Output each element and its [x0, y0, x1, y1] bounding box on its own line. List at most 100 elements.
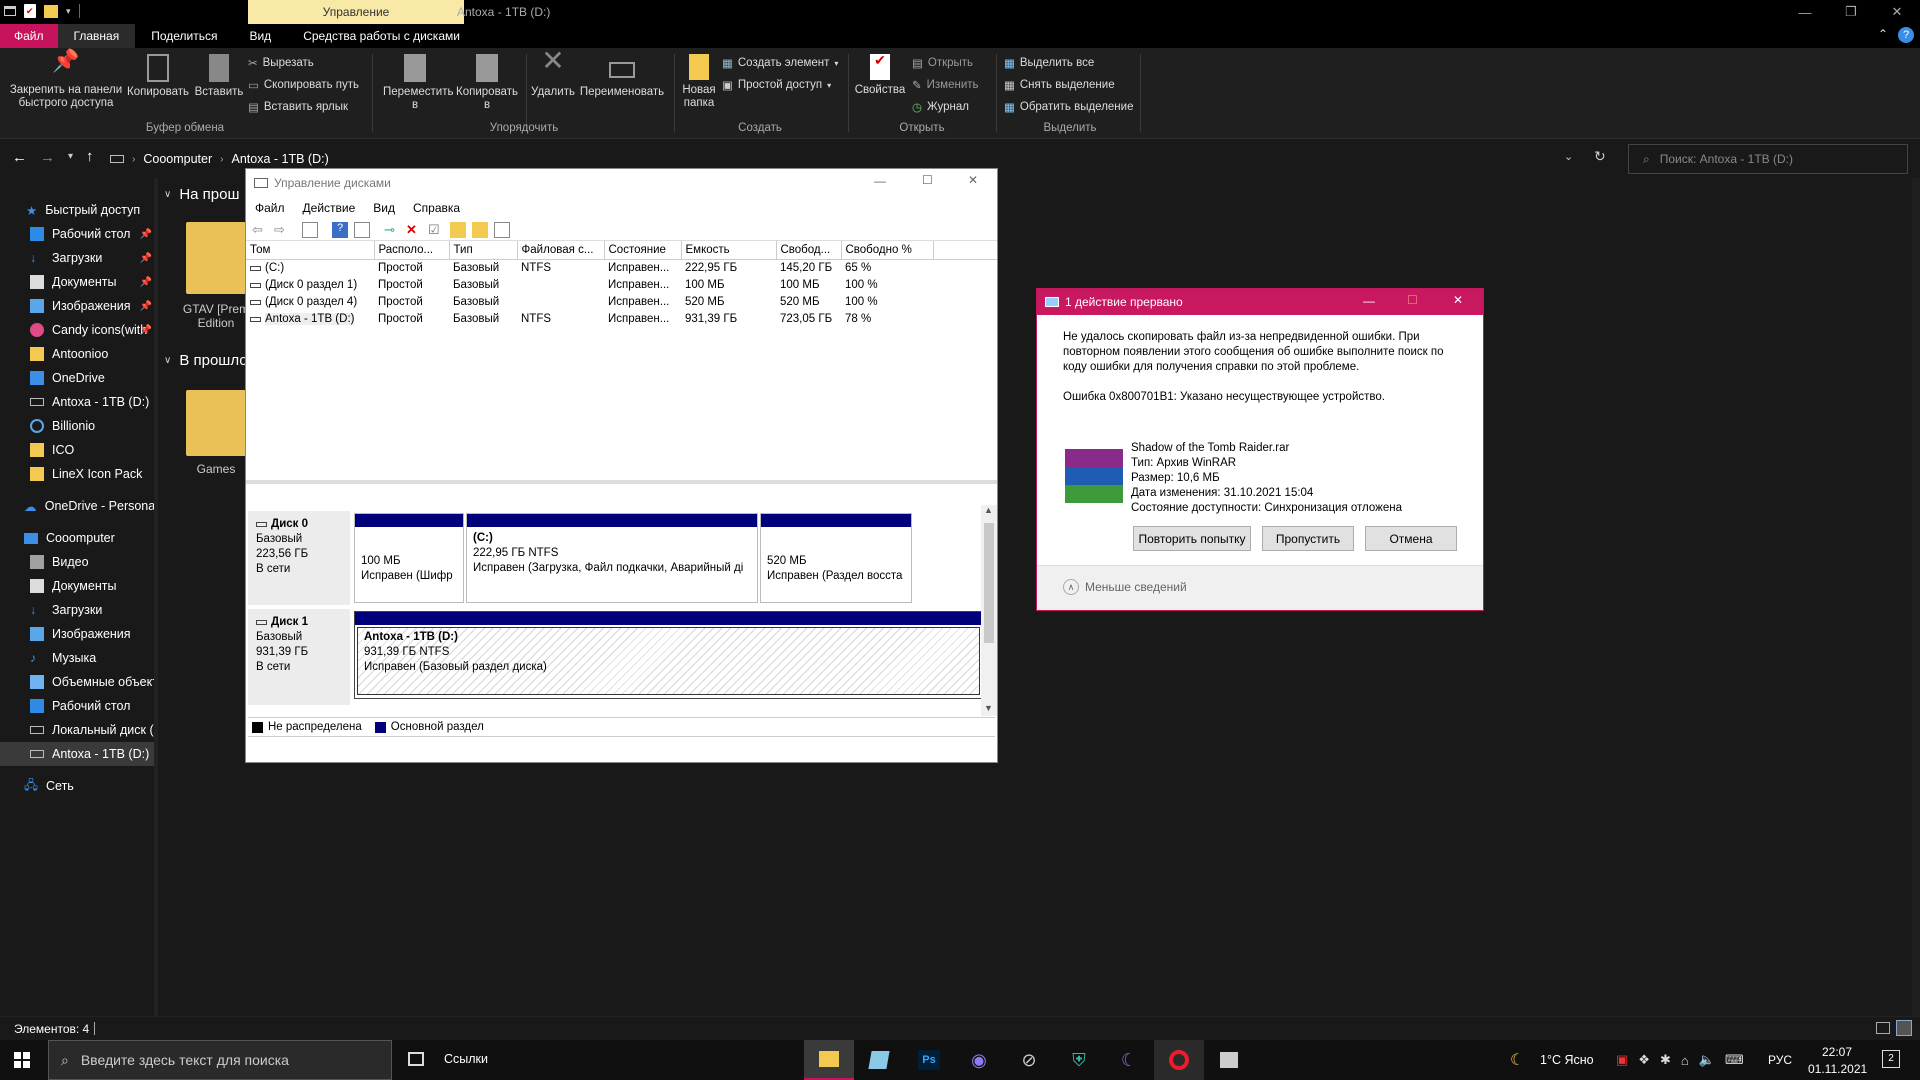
nav-music[interactable]: ♪ Музыка [0, 646, 158, 670]
quick-properties-icon[interactable]: ✔ [24, 4, 36, 18]
folder-up-icon[interactable] [450, 221, 466, 238]
help-icon[interactable]: ? [332, 221, 348, 238]
nav-desktop-pc[interactable]: Рабочий стол [0, 694, 158, 718]
table-row[interactable]: (Диск 0 раздел 1) Простой Базовый Исправен.… [246, 276, 997, 293]
clock-time[interactable]: 22:07 [1822, 1045, 1852, 1059]
console-tree-icon[interactable] [302, 221, 318, 238]
back-icon[interactable]: ⇦ [252, 222, 268, 238]
minimize-button[interactable]: — [1782, 5, 1828, 20]
nav-documents[interactable]: Документы 📌 [0, 270, 158, 294]
shield-taskbar-icon[interactable]: ⛨ [1054, 1040, 1104, 1080]
select-none-button[interactable]: ▦ Снять выделение [1004, 74, 1133, 96]
nav-downloads-pc[interactable]: ↓ Загрузки [0, 598, 158, 622]
partition-disk0-4[interactable]: 520 МБ Исправен (Раздел восста [760, 513, 912, 603]
moon-app-taskbar-icon[interactable]: ☾ [1104, 1040, 1154, 1080]
less-details-toggle[interactable]: ∧ Меньше сведений [1063, 579, 1187, 595]
back-icon[interactable]: ← [12, 149, 27, 166]
nav-linex[interactable]: LineX Icon Pack [0, 462, 158, 486]
quick-new-folder-icon[interactable] [44, 4, 58, 18]
skip-button[interactable]: Пропустить [1262, 526, 1354, 551]
search-input[interactable]: ⌕ Поиск: Antoxa - 1TB (D:) [1628, 144, 1908, 174]
disk-1-label[interactable]: Диск 1 Базовый 931,39 ГБ В сети [248, 609, 350, 705]
system-menu-icon[interactable] [4, 6, 16, 16]
delete-icon[interactable]: ✕ [406, 222, 422, 238]
install-taskbar-icon[interactable] [1204, 1040, 1254, 1080]
nav-3d-objects[interactable]: Объемные объект [0, 670, 158, 694]
file-item-gtav[interactable]: GTAV [Prem Edition [176, 222, 256, 330]
nav-candy-icons[interactable]: Candy icons(with 📌 [0, 318, 158, 342]
select-all-button[interactable]: ▦ Выделить все [1004, 52, 1133, 74]
help-icon[interactable]: ? [1898, 27, 1914, 43]
recent-dropdown-icon[interactable]: ▾ [68, 151, 73, 162]
partition-disk0-1[interactable]: 100 МБ Исправен (Шифр [354, 513, 464, 603]
disk-map-scrollbar[interactable]: ▲ ▼ [981, 505, 997, 716]
notification-icon[interactable]: 2 [1882, 1050, 1900, 1068]
dm-menu-view[interactable]: Вид [364, 201, 404, 215]
maximize-button[interactable]: ❐ [1828, 4, 1874, 20]
collapse-ribbon-icon[interactable]: ⌃ [1878, 27, 1888, 41]
content-scrollbar[interactable] [1912, 178, 1920, 1016]
app-tray-icon[interactable]: ❖ [1638, 1052, 1650, 1068]
dm-close-button[interactable]: ✕ [968, 173, 978, 187]
antivirus-tray-icon[interactable]: ▣ [1616, 1052, 1628, 1068]
err-maximize-button[interactable]: ☐ [1407, 293, 1418, 307]
dm-menu-file[interactable]: Файл [246, 201, 294, 215]
tab-drive-tools[interactable]: Средства работы с дисками [287, 24, 476, 48]
breadcrumb-drive[interactable]: Antoxa - 1TB (D:) [231, 152, 328, 166]
rename-button[interactable]: Переименовать [578, 54, 666, 99]
address-dropdown-icon[interactable]: ⌄ [1564, 150, 1573, 163]
nav-antoonioo[interactable]: Antoonioo [0, 342, 158, 366]
col-capacity[interactable]: Емкость [681, 241, 777, 260]
col-status[interactable]: Состояние [604, 241, 682, 260]
nav-drive-d[interactable]: Antoxa - 1TB (D:) [0, 742, 158, 766]
new-item-button[interactable]: ▦ Создать элемент ▾ [722, 52, 838, 74]
notes-taskbar-icon[interactable] [854, 1040, 904, 1080]
tab-home[interactable]: Главная [57, 24, 136, 48]
col-free-percent[interactable]: Свободно % [841, 241, 934, 260]
nav-downloads[interactable]: ↓ Загрузки 📌 [0, 246, 158, 270]
tab-view[interactable]: Вид [233, 24, 287, 48]
paste-button[interactable]: Вставить [190, 54, 248, 99]
view-icon[interactable] [354, 221, 370, 238]
links-toolbar[interactable]: Ссылки [444, 1052, 488, 1066]
network-tray-icon[interactable]: ⌂ [1681, 1053, 1689, 1068]
weather-icon[interactable]: ☾ [1510, 1050, 1524, 1070]
col-filesystem[interactable]: Файловая с... [517, 241, 605, 260]
properties-button[interactable]: ✔ Свойства [850, 53, 910, 97]
nav-onedrive-personal[interactable]: ☁ OneDrive - Personal [0, 494, 158, 518]
new-folder-button[interactable]: Новая папка [676, 54, 722, 110]
folder-search-icon[interactable] [472, 221, 488, 238]
table-row[interactable]: Antoxa - 1TB (D:) Простой Базовый NTFS Испра… [246, 310, 997, 327]
file-explorer-taskbar-icon[interactable] [804, 1040, 854, 1080]
opera-taskbar-icon[interactable] [1154, 1040, 1204, 1080]
open-button[interactable]: ▤ Открыть [912, 52, 979, 74]
photoshop-taskbar-icon[interactable]: Ps [904, 1040, 954, 1080]
taskbar-search[interactable]: ⌕ Введите здесь текст для поиска [48, 1040, 392, 1080]
table-row[interactable]: (Диск 0 раздел 4) Простой Базовый Исправен.… [246, 293, 997, 310]
keyboard-tray-icon[interactable]: ⌨ [1725, 1052, 1744, 1068]
invert-selection-button[interactable]: ▦ Обратить выделение [1004, 96, 1133, 118]
col-layout[interactable]: Располо... [374, 241, 450, 260]
paste-shortcut-button[interactable]: ▤ Вставить ярлык [248, 96, 359, 118]
nav-computer[interactable]: Cooomputer [0, 526, 158, 550]
forward-icon[interactable]: → [40, 149, 55, 166]
table-row[interactable]: (C:) Простой Базовый NTFS Исправен... 222,95 … [246, 259, 997, 276]
nav-drive-d-quick[interactable]: Antoxa - 1TB (D:) [0, 390, 158, 414]
err-minimize-button[interactable]: — [1363, 294, 1375, 308]
dm-menu-action[interactable]: Действие [294, 201, 365, 215]
group-header-older[interactable]: ∨ В прошло [164, 352, 248, 369]
copy-path-button[interactable]: ▭ Скопировать путь [248, 74, 359, 96]
nav-pictures-pc[interactable]: Изображения [0, 622, 158, 646]
nav-network[interactable]: 🖧 Сеть [0, 774, 158, 798]
disk-0-label[interactable]: Диск 0 Базовый 223,56 ГБ В сети [248, 511, 350, 605]
check-icon[interactable]: ☑ [428, 222, 444, 238]
large-icons-view-icon[interactable] [1896, 1020, 1912, 1036]
nav-pictures[interactable]: Изображения 📌 [0, 294, 158, 318]
partition-c[interactable]: (C:) 222,95 ГБ NTFS Исправен (Загрузка, Фа… [466, 513, 758, 603]
close-button[interactable]: ✕ [1874, 4, 1920, 20]
nav-local-disk-c[interactable]: Локальный диск (C [0, 718, 158, 742]
up-icon[interactable]: ↑ [86, 148, 94, 165]
clock-date[interactable]: 01.11.2021 [1808, 1062, 1867, 1076]
nav-documents-pc[interactable]: Документы [0, 574, 158, 598]
task-view-icon[interactable] [408, 1052, 424, 1066]
